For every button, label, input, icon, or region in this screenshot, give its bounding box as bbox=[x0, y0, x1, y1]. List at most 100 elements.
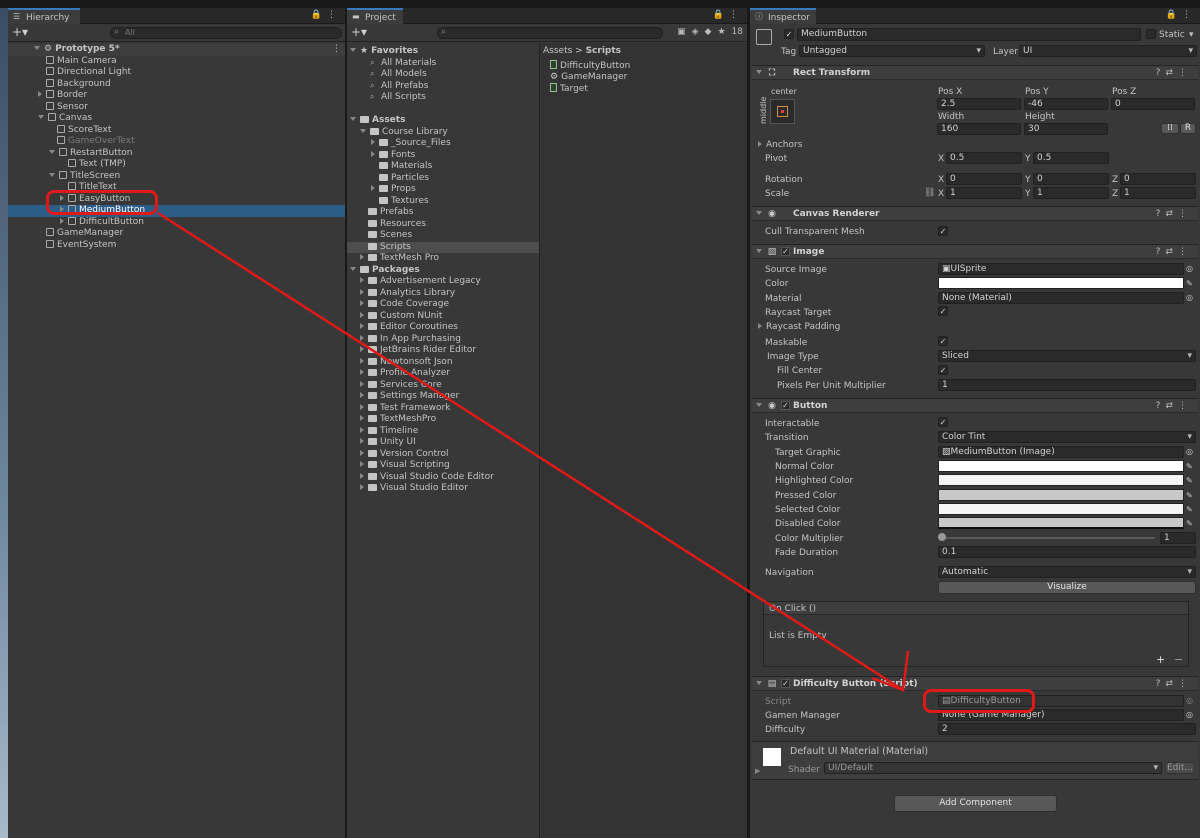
project-folder[interactable]: Materials bbox=[347, 161, 539, 173]
tab-hierarchy[interactable]: ☰ Hierarchy bbox=[8, 8, 80, 24]
button-header[interactable]: ◉ ✓ Button ?⇄⋮ bbox=[752, 398, 1198, 413]
package-folder[interactable]: Newtonsoft Json bbox=[347, 357, 539, 369]
rot-z-field[interactable]: 0 bbox=[1120, 173, 1196, 185]
project-folder[interactable]: _Source_Files bbox=[347, 138, 539, 150]
static-dropdown-icon[interactable]: ▾ bbox=[1189, 30, 1194, 40]
hierarchy-item[interactable]: Directional Light bbox=[8, 67, 345, 79]
fade-duration-field[interactable]: 0.1 bbox=[938, 546, 1196, 558]
shader-edit-button[interactable]: Edit... bbox=[1165, 762, 1195, 774]
disabled-color-swatch[interactable] bbox=[938, 517, 1184, 529]
package-folder[interactable]: Test Framework bbox=[347, 403, 539, 415]
selected-color-swatch[interactable] bbox=[938, 503, 1184, 515]
add-event-button[interactable]: + bbox=[1156, 653, 1165, 666]
hierarchy-item[interactable]: Text (TMP) bbox=[8, 159, 345, 171]
tag-dropdown[interactable]: Untagged bbox=[799, 45, 985, 57]
normal-color-swatch[interactable] bbox=[938, 460, 1184, 472]
package-folder[interactable]: TextMeshPro bbox=[347, 414, 539, 426]
rect-transform-header[interactable]: ⛶ Rect Transform ?⇄⋮ bbox=[752, 65, 1198, 80]
package-folder[interactable]: Analytics Library bbox=[347, 288, 539, 300]
active-checkbox[interactable]: ✓ bbox=[784, 29, 794, 39]
anchor-preset-button[interactable] bbox=[770, 99, 795, 124]
scene-menu-icon[interactable]: ⋮ bbox=[332, 44, 341, 56]
package-folder[interactable]: Visual Studio Editor bbox=[347, 483, 539, 495]
pivot-x-field[interactable]: 0.5 bbox=[946, 152, 1022, 164]
add-component-button[interactable]: Add Component bbox=[894, 795, 1057, 812]
highlighted-color-swatch[interactable] bbox=[938, 474, 1184, 486]
interactable-checkbox[interactable]: ✓ bbox=[938, 417, 948, 427]
component-menu-icons[interactable]: ?⇄⋮ bbox=[1156, 679, 1192, 689]
project-folder[interactable]: Particles bbox=[347, 173, 539, 185]
project-folder[interactable]: TextMesh Pro bbox=[347, 253, 539, 265]
component-menu-icons[interactable]: ?⇄⋮ bbox=[1156, 401, 1192, 411]
hierarchy-item[interactable]: DifficultButton bbox=[8, 216, 345, 229]
eyedropper-icon[interactable]: ✎ bbox=[1186, 491, 1195, 500]
button-enabled-checkbox[interactable]: ✓ bbox=[781, 401, 790, 410]
collapse-arrow-icon[interactable] bbox=[756, 211, 762, 215]
package-folder[interactable]: Editor Coroutines bbox=[347, 322, 539, 334]
image-enabled-checkbox[interactable]: ✓ bbox=[781, 247, 790, 256]
collapse-arrow-icon[interactable] bbox=[756, 249, 762, 253]
file-item[interactable]: Target bbox=[550, 83, 588, 95]
hierarchy-item[interactable]: TitleScreen bbox=[8, 170, 345, 183]
breadcrumb-assets[interactable]: Assets bbox=[543, 46, 572, 56]
project-folder[interactable]: Fonts bbox=[347, 150, 539, 162]
package-folder[interactable]: Services Core bbox=[347, 380, 539, 392]
collapse-arrow-icon[interactable] bbox=[756, 70, 762, 74]
breadcrumb-scripts[interactable]: Scripts bbox=[586, 46, 621, 56]
package-folder[interactable]: Visual Scripting bbox=[347, 460, 539, 472]
canvas-renderer-header[interactable]: ◉ Canvas Renderer ?⇄⋮ bbox=[752, 206, 1198, 221]
project-search-input[interactable] bbox=[437, 27, 663, 39]
raw-edit-button[interactable]: R bbox=[1180, 123, 1196, 134]
package-folder[interactable]: Version Control bbox=[347, 449, 539, 461]
project-folder[interactable]: Scenes bbox=[347, 230, 539, 242]
scene-root[interactable]: ⚙ Prototype 5* ⋮ bbox=[8, 44, 345, 56]
hierarchy-item[interactable]: ScoreText bbox=[8, 124, 345, 137]
remove-event-button[interactable]: − bbox=[1174, 653, 1183, 666]
image-color-swatch[interactable] bbox=[938, 277, 1184, 289]
package-folder[interactable]: In App Purchasing bbox=[347, 334, 539, 346]
eyedropper-icon[interactable]: ✎ bbox=[1186, 462, 1195, 471]
project-folder[interactable]: Prefabs bbox=[347, 207, 539, 219]
project-folder[interactable]: Props bbox=[347, 184, 539, 196]
panel-menu-icons[interactable]: 🔒⋮ bbox=[713, 10, 743, 20]
hierarchy-item[interactable]: GameOverText bbox=[8, 136, 345, 148]
tab-project[interactable]: ▬ Project bbox=[347, 8, 403, 24]
hierarchy-item[interactable]: EventSystem bbox=[8, 239, 345, 252]
layer-dropdown[interactable]: UI bbox=[1019, 45, 1197, 57]
static-checkbox[interactable] bbox=[1146, 29, 1156, 39]
fill-center-checkbox[interactable]: ✓ bbox=[938, 365, 948, 375]
packages-root[interactable]: Packages bbox=[347, 265, 539, 277]
target-graphic-field[interactable]: ▨MediumButton (Image) bbox=[938, 446, 1184, 458]
package-folder[interactable]: Visual Studio Code Editor bbox=[347, 472, 539, 484]
posy-field[interactable]: -46 bbox=[1024, 98, 1108, 110]
pivot-y-field[interactable]: 0.5 bbox=[1033, 152, 1109, 164]
eyedropper-icon[interactable]: ✎ bbox=[1186, 279, 1195, 288]
navigation-dropdown[interactable]: Automatic bbox=[938, 566, 1196, 578]
rot-x-field[interactable]: 0 bbox=[946, 173, 1022, 185]
hierarchy-item[interactable]: Canvas bbox=[8, 113, 345, 125]
object-picker-icon[interactable]: ◎ bbox=[1186, 264, 1195, 273]
eyedropper-icon[interactable]: ✎ bbox=[1186, 505, 1195, 514]
file-item[interactable]: DifficultyButton bbox=[550, 60, 630, 72]
project-folder[interactable]: Scripts bbox=[347, 241, 539, 253]
image-header[interactable]: ▨ ✓ Image ?⇄⋮ bbox=[752, 244, 1198, 259]
package-folder[interactable]: Settings Manager bbox=[347, 391, 539, 403]
file-item[interactable]: ⚙ GameManager bbox=[550, 72, 627, 84]
eyedropper-icon[interactable]: ✎ bbox=[1186, 476, 1195, 485]
hierarchy-item[interactable]: Background bbox=[8, 78, 345, 91]
color-multiplier-handle[interactable] bbox=[938, 533, 946, 541]
package-folder[interactable]: Profile Analyzer bbox=[347, 368, 539, 380]
component-menu-icons[interactable]: ?⇄⋮ bbox=[1156, 247, 1192, 257]
hierarchy-item[interactable]: Main Camera bbox=[8, 55, 345, 68]
constrain-proportions-icon[interactable]: ⛓ bbox=[924, 188, 935, 198]
component-menu-icons[interactable]: ?⇄⋮ bbox=[1156, 209, 1192, 219]
panel-menu-icons[interactable]: 🔒⋮ bbox=[1166, 10, 1196, 20]
transition-dropdown[interactable]: Color Tint bbox=[938, 431, 1196, 443]
posx-field[interactable]: 2.5 bbox=[937, 98, 1021, 110]
hierarchy-search-input[interactable]: All bbox=[110, 27, 342, 39]
project-folder[interactable]: Textures bbox=[347, 196, 539, 208]
favorites-header[interactable]: ★ Favorites bbox=[347, 46, 539, 58]
hierarchy-item[interactable]: GameManager bbox=[8, 228, 345, 240]
tab-inspector[interactable]: ⓘ Inspector bbox=[750, 8, 816, 24]
favorite-item[interactable]: ⌕ All Scripts bbox=[347, 92, 539, 104]
